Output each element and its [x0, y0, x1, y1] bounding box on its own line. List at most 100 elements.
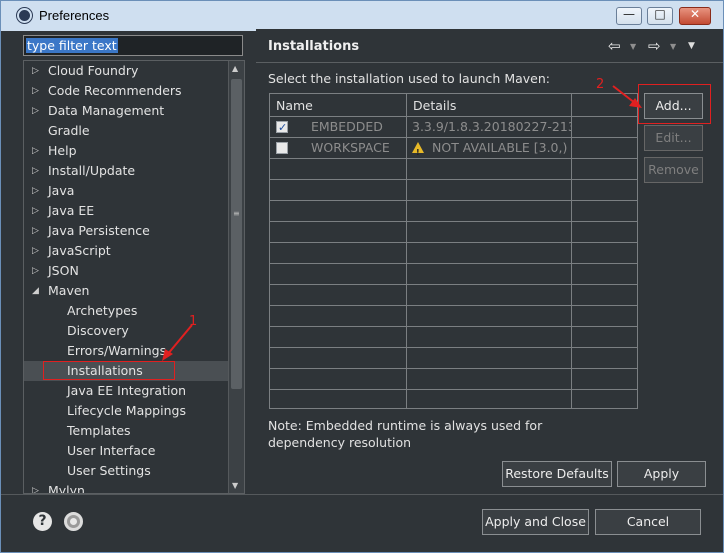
apply-button[interactable]: Apply [617, 461, 706, 487]
tree-item[interactable]: ▷ Help [24, 141, 229, 161]
table-row[interactable] [270, 201, 637, 222]
tree-item[interactable]: ▷ Cloud Foundry [24, 61, 229, 81]
tree-item[interactable]: ◢ Maven [24, 281, 229, 301]
forward-arrow-icon[interactable]: ⇨ [648, 37, 661, 55]
tree-item[interactable]: ▷ JavaScript [24, 241, 229, 261]
tree-item[interactable]: Gradle [24, 121, 229, 141]
name-cell [270, 243, 407, 263]
apply-button-label: Apply [643, 466, 680, 481]
tree-item[interactable]: ▷ Java EE [24, 201, 229, 221]
name-cell [270, 159, 407, 179]
restore-defaults-label: Restore Defaults [505, 466, 609, 481]
minimize-icon: — [623, 7, 635, 21]
back-arrow-icon[interactable]: ⇦ [608, 37, 621, 55]
tree-item[interactable]: Discovery [24, 321, 229, 341]
forward-dropdown-icon[interactable]: ▼ [670, 42, 676, 51]
collapsed-arrow-icon[interactable]: ▷ [32, 181, 39, 201]
details-cell [407, 306, 572, 326]
name-cell [270, 369, 407, 389]
cancel-button[interactable]: Cancel [595, 509, 701, 535]
table-row[interactable] [270, 159, 637, 180]
tree-item-label: Help [48, 143, 77, 158]
remove-button[interactable]: Remove [644, 157, 703, 183]
collapsed-arrow-icon[interactable]: ▷ [32, 81, 39, 101]
tree-item[interactable]: ▷ Install/Update [24, 161, 229, 181]
tree-item[interactable]: User Settings [24, 461, 229, 481]
tree-item[interactable]: Templates [24, 421, 229, 441]
collapsed-arrow-icon[interactable]: ▷ [32, 261, 39, 281]
table-row[interactable] [270, 348, 637, 369]
filter-input[interactable]: type filter text [26, 38, 118, 53]
collapsed-arrow-icon[interactable]: ▷ [32, 141, 39, 161]
tree-item[interactable]: ▷ Data Management [24, 101, 229, 121]
collapsed-arrow-icon[interactable]: ▷ [32, 201, 39, 221]
collapsed-arrow-icon[interactable]: ▷ [32, 101, 39, 121]
tree-item-label: Maven [48, 283, 90, 298]
scroll-thumb[interactable] [231, 79, 242, 389]
extra-cell [572, 285, 637, 305]
tree-item-label: User Interface [67, 443, 156, 458]
close-button[interactable]: ✕ [679, 7, 711, 25]
help-icon[interactable]: ? [33, 512, 52, 531]
installation-checkbox[interactable] [276, 142, 288, 154]
table-row[interactable] [270, 222, 637, 243]
installation-details: NOT AVAILABLE [3.0,) [432, 140, 568, 155]
filter-field[interactable]: type filter text [23, 35, 243, 56]
tree-item[interactable]: ▷ Java Persistence [24, 221, 229, 241]
collapsed-arrow-icon[interactable]: ▷ [32, 481, 39, 493]
details-cell: NOT AVAILABLE [3.0,) [407, 138, 572, 158]
tree-item-label: Data Management [48, 103, 165, 118]
table-row[interactable] [270, 390, 637, 408]
installation-checkbox[interactable] [276, 118, 288, 137]
column-header-details[interactable]: Details [407, 94, 572, 117]
collapsed-arrow-icon[interactable]: ▷ [32, 61, 39, 81]
name-cell [270, 180, 407, 200]
view-menu-icon[interactable]: ▼ [688, 41, 695, 51]
tree-item[interactable]: ▷ Mylyn [24, 481, 229, 493]
table-row[interactable] [270, 243, 637, 264]
scroll-up-icon[interactable]: ▲ [232, 64, 238, 73]
expanded-arrow-icon[interactable]: ◢ [32, 281, 39, 301]
tree-item[interactable]: ▷ JSON [24, 261, 229, 281]
details-cell [407, 201, 572, 221]
preferences-tree[interactable]: ▷ Mylyn User Settings User Interface Templat… [23, 60, 245, 494]
table-row[interactable] [270, 264, 637, 285]
name-cell [270, 348, 407, 368]
apply-and-close-button[interactable]: Apply and Close [482, 509, 589, 535]
tree-item[interactable]: User Interface [24, 441, 229, 461]
table-row[interactable] [270, 180, 637, 201]
table-row[interactable]: WORKSPACE NOT AVAILABLE [3.0,) [270, 138, 637, 159]
table-row[interactable] [270, 285, 637, 306]
name-cell [270, 264, 407, 284]
collapsed-arrow-icon[interactable]: ▷ [32, 221, 39, 241]
restore-defaults-button[interactable]: Restore Defaults [502, 461, 612, 487]
collapsed-arrow-icon[interactable]: ▷ [32, 241, 39, 261]
title-bar: Preferences — □ ✕ [1, 1, 723, 31]
tree-item[interactable]: ▷ Java [24, 181, 229, 201]
annotation-box-add [638, 84, 711, 124]
collapsed-arrow-icon[interactable]: ▷ [32, 161, 39, 181]
edit-button[interactable]: Edit... [644, 125, 703, 151]
table-row[interactable]: EMBEDDED 3.3.9/1.8.3.20180227-2135 [270, 117, 637, 138]
minimize-button[interactable]: — [616, 7, 642, 25]
tree-item-label: Install/Update [48, 163, 136, 178]
tree-item[interactable]: Errors/Warnings [24, 341, 229, 361]
tree-item-label: Discovery [67, 323, 129, 338]
installations-table[interactable]: Name Details EMBEDDED 3.3.9/1.8.3.2018022… [269, 93, 638, 409]
maximize-button[interactable]: □ [647, 7, 673, 25]
table-row[interactable] [270, 327, 637, 348]
scroll-grip-icon: ≡ [233, 209, 240, 218]
tree-item[interactable]: Archetypes [24, 301, 229, 321]
import-export-icon[interactable] [64, 512, 83, 531]
scroll-down-icon[interactable]: ▼ [232, 481, 238, 490]
tree-item-label: Templates [67, 423, 131, 438]
back-dropdown-icon[interactable]: ▼ [630, 42, 636, 51]
table-row[interactable] [270, 306, 637, 327]
tree-item[interactable]: ▷ Code Recommenders [24, 81, 229, 101]
tree-scrollbar[interactable]: ▲ ≡ ▼ [228, 61, 244, 493]
table-row[interactable] [270, 369, 637, 390]
tree-item[interactable]: Java EE Integration [24, 381, 229, 401]
column-header-name[interactable]: Name [270, 94, 407, 117]
tree-item[interactable]: Lifecycle Mappings [24, 401, 229, 421]
footer-divider [1, 494, 723, 495]
